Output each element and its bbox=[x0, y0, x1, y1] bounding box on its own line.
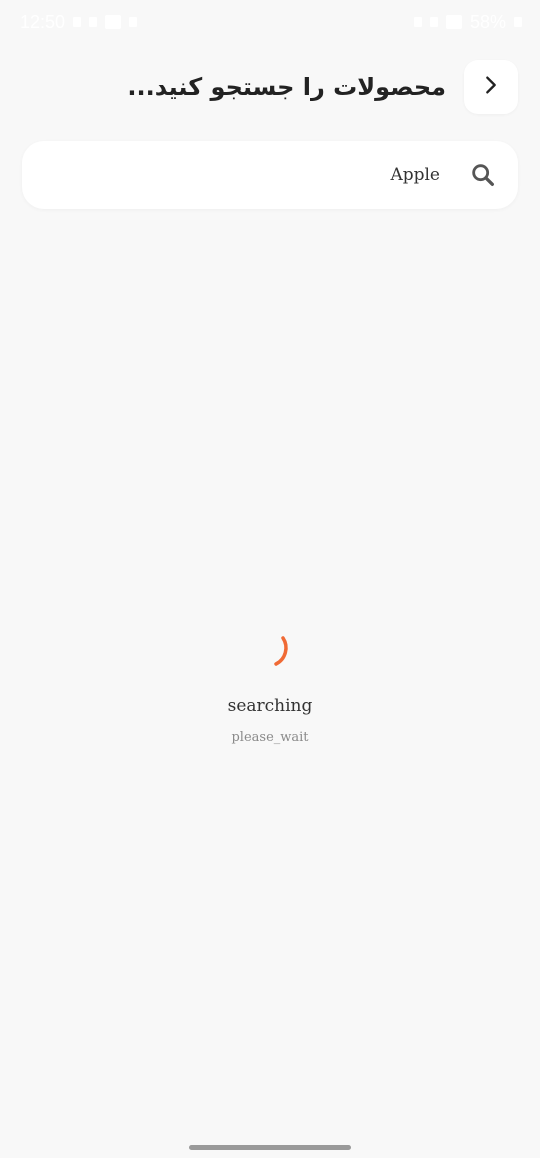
home-indicator[interactable] bbox=[189, 1145, 351, 1150]
mute-icon bbox=[429, 17, 438, 27]
alarm-icon bbox=[413, 17, 422, 27]
loading-subtitle: please_wait bbox=[231, 730, 309, 745]
loading-title: searching bbox=[227, 696, 313, 716]
status-bar: 12:50 58% bbox=[0, 0, 540, 44]
battery-icon bbox=[514, 17, 522, 27]
play-icon bbox=[129, 17, 138, 27]
search-bar bbox=[22, 141, 518, 209]
signal-icon bbox=[445, 15, 462, 29]
spinner-arc bbox=[274, 636, 288, 666]
loading-spinner bbox=[274, 636, 288, 666]
loading-indicator: searching please_wait bbox=[0, 628, 540, 745]
image-icon bbox=[105, 15, 122, 29]
status-left: 12:50 bbox=[20, 11, 138, 33]
search-screen: 12:50 58% محصولات را جستجو کنید... Apple… bbox=[0, 0, 540, 1158]
close-icon bbox=[89, 17, 98, 27]
battery-level: 58% bbox=[469, 11, 506, 32]
header: محصولات را جستجو کنید... bbox=[22, 60, 518, 114]
status-right: 58% bbox=[413, 11, 522, 33]
search-input[interactable] bbox=[60, 160, 440, 190]
search-icon[interactable] bbox=[468, 160, 498, 190]
back-button[interactable] bbox=[464, 60, 518, 114]
chevron-right-icon bbox=[480, 74, 502, 100]
download-icon bbox=[73, 17, 82, 27]
status-time: 12:50 bbox=[20, 11, 66, 32]
page-title: محصولات را جستجو کنید... bbox=[127, 73, 446, 101]
